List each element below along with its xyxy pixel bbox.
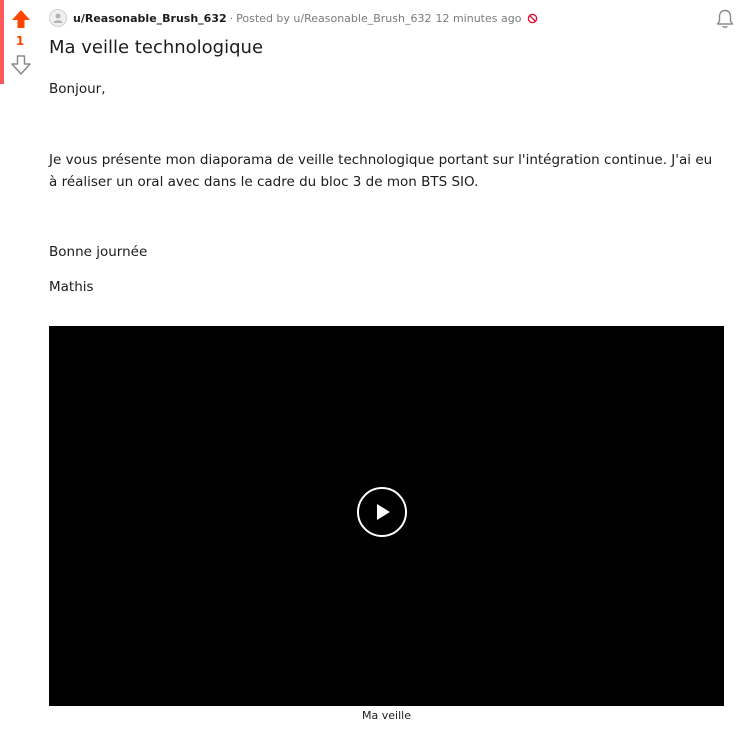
meta-separator: ·	[229, 11, 234, 25]
play-icon	[377, 504, 390, 520]
play-button[interactable]	[357, 487, 407, 537]
posted-by-text[interactable]: Posted by u/Reasonable_Brush_632	[236, 12, 431, 25]
post-title[interactable]: Ma veille technologique	[49, 37, 263, 58]
arrow-up-icon[interactable]	[10, 8, 32, 30]
vote-count: 1	[15, 34, 25, 48]
author-username[interactable]: u/Reasonable_Brush_632	[73, 12, 227, 25]
post-paragraph: Bonjour,	[49, 81, 106, 97]
arrow-down-icon[interactable]	[10, 54, 32, 76]
vote-column: 1	[4, 0, 40, 100]
video-player[interactable]	[49, 326, 724, 706]
post-card: 1 u/Reasonable_Brush_632 · Posted by u/R…	[0, 0, 741, 744]
ban-icon	[528, 13, 538, 23]
post-paragraph: Bonne journée	[49, 244, 148, 260]
post-paragraph: Je vous présente mon diaporama de veille…	[49, 152, 713, 190]
bell-icon[interactable]	[715, 8, 735, 30]
post-paragraph: Mathis	[49, 279, 94, 295]
user-avatar-icon[interactable]	[49, 9, 67, 27]
video-caption: Ma veille	[362, 709, 411, 722]
post-meta: u/Reasonable_Brush_632 · Posted by u/Rea…	[49, 8, 538, 28]
post-timestamp[interactable]: 12 minutes ago	[435, 12, 521, 25]
